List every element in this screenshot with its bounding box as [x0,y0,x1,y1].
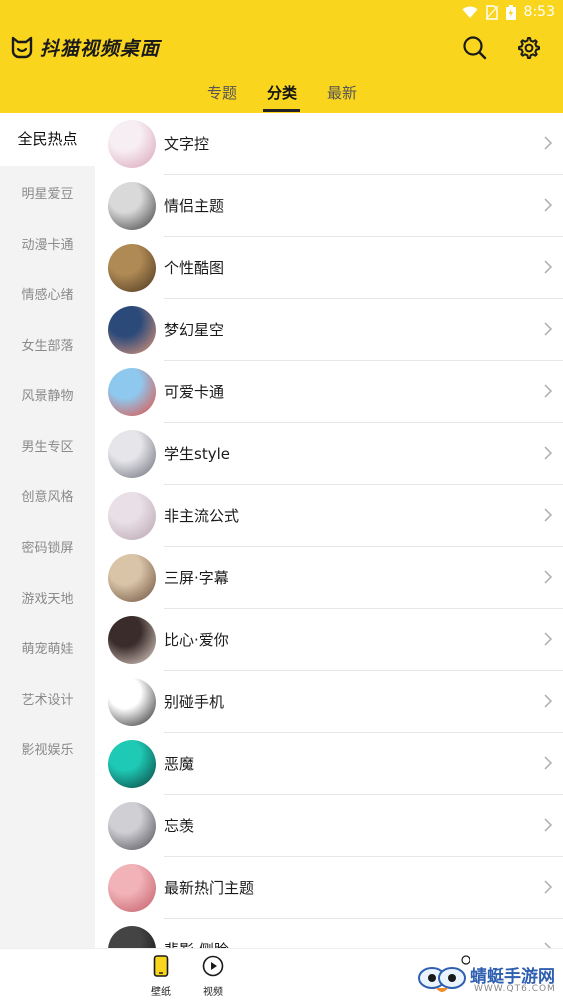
list-item[interactable]: 三屏·字幕 [95,547,563,609]
list-item[interactable]: 个性酷图 [95,237,563,299]
list-item-label: 忘羡 [164,817,195,835]
list-item-label: 个性酷图 [164,259,225,277]
list-item-thumbnail [108,678,156,726]
sidebar-item-hot[interactable]: 全民热点 [0,113,95,166]
chevron-right-icon [544,694,553,708]
chevron-right-icon [544,384,553,398]
chevron-right-icon [544,942,552,948]
sidebar-item-pets[interactable]: 萌宠萌娃 [0,638,95,657]
list-item[interactable]: 梦幻星空 [95,299,563,361]
title-row: 抖猫视频桌面 [0,30,563,66]
chevron-right-icon [544,322,553,336]
sidebar-item-anime[interactable]: 动漫卡通 [0,234,95,253]
search-icon [463,36,487,60]
phone-icon [153,955,169,977]
settings-button[interactable] [514,33,544,63]
list-item[interactable]: 恶魔 [95,733,563,795]
list-item-label: 别碰手机 [164,693,225,711]
list-item-label: 非主流公式 [164,507,240,525]
list-item-thumbnail [108,244,156,292]
list-item-label: 悲影·侧脸 [164,939,229,948]
list-item[interactable]: 最新热门主题 [95,857,563,919]
chevron-right-icon [544,446,553,460]
chevron-right-icon [544,632,553,646]
watermark-url: WWW.QT6.COM [474,984,556,994]
active-tab-indicator [263,109,300,112]
app-title: 抖猫视频桌面 [40,38,161,60]
wifi-icon [462,6,478,18]
chevron-right-icon [544,198,553,212]
nav-wallpaper[interactable]: 壁纸 [141,955,181,998]
cat-logo-icon [11,36,33,59]
list-item[interactable]: 比心·爱你 [95,609,563,671]
site-watermark: 蜻蜓手游网 WWW.QT6.COM [414,952,563,998]
list-item-label: 情侣主题 [164,197,225,215]
list-item-thumbnail [108,864,156,912]
sidebar-item-art[interactable]: 艺术设计 [0,689,95,708]
list-item-label: 恶魔 [164,755,195,773]
tab-latest[interactable]: 最新 [327,82,357,103]
nav-video[interactable]: 视频 [193,955,233,998]
status-bar: 8:53 [0,0,563,26]
list-item[interactable]: 文字控 [95,113,563,175]
category-tabs: 专题 分类 最新 [0,82,563,113]
sidebar-item-girls[interactable]: 女生部落 [0,335,95,354]
list-item-thumbnail [108,740,156,788]
status-time: 8:53 [523,4,555,20]
sidebar-item-boys[interactable]: 男生专区 [0,436,95,455]
list-item-label: 可爱卡通 [164,383,225,401]
tab-topics[interactable]: 专题 [207,82,237,103]
list-item-thumbnail [108,492,156,540]
list-item-label: 最新热门主题 [164,879,255,897]
list-item-thumbnail [108,926,156,948]
chevron-right-icon [544,570,553,584]
list-item-label: 文字控 [164,135,210,153]
list-item-thumbnail [108,182,156,230]
sidebar-item-idols[interactable]: 明星爱豆 [0,183,95,202]
list-item-label: 梦幻星空 [164,321,225,339]
chevron-right-icon [544,136,553,150]
chevron-right-icon [544,508,553,522]
nav-video-label: 视频 [203,987,223,998]
sidebar-item-lockscreen[interactable]: 密码锁屏 [0,537,95,556]
list-item[interactable]: 悲影·侧脸 [95,919,563,948]
list-item[interactable]: 可爱卡通 [95,361,563,423]
list-item-thumbnail [108,430,156,478]
sidebar-item-scenery[interactable]: 风景静物 [0,385,95,404]
list-item-thumbnail [108,802,156,850]
list-item[interactable]: 别碰手机 [95,671,563,733]
list-item[interactable]: 学生style [95,423,563,485]
play-icon [202,955,224,977]
gear-icon [518,37,540,59]
app-header: 8:53 抖猫视频桌面 专题 分类 最新 [0,0,563,113]
list-item[interactable]: 忘羡 [95,795,563,857]
no-sim-icon [485,4,498,20]
chevron-right-icon [544,756,553,770]
chevron-right-icon [544,880,553,894]
sidebar-item-movies[interactable]: 影视娱乐 [0,739,95,758]
search-button[interactable] [460,33,490,63]
list-item-label: 比心·爱你 [164,631,229,649]
chevron-right-icon [544,260,553,274]
list-item-label: 三屏·字幕 [164,569,229,587]
dragonfly-logo-icon [418,955,470,992]
nav-wallpaper-label: 壁纸 [151,987,171,998]
list-item[interactable]: 非主流公式 [95,485,563,547]
sidebar-item-creative[interactable]: 创意风格 [0,486,95,505]
list-item-thumbnail [108,554,156,602]
chevron-right-icon [544,818,553,832]
list-item-thumbnail [108,616,156,664]
category-sidebar: 全民热点 明星爱豆 动漫卡通 情感心绪 女生部落 风景静物 男生专区 创意风格 … [0,113,95,948]
battery-icon [505,4,516,20]
tab-categories[interactable]: 分类 [267,82,297,103]
sidebar-item-emotion[interactable]: 情感心绪 [0,284,95,303]
list-item[interactable]: 情侣主题 [95,175,563,237]
list-item-thumbnail [108,306,156,354]
subcategory-list: 文字控情侣主题个性酷图梦幻星空可爱卡通学生style 非主流公式三屏·字幕比心·爱… [95,113,563,948]
list-item-thumbnail [108,120,156,168]
list-item-thumbnail [108,368,156,416]
list-item-label: 学生style [164,445,230,463]
sidebar-item-games[interactable]: 游戏天地 [0,588,95,607]
